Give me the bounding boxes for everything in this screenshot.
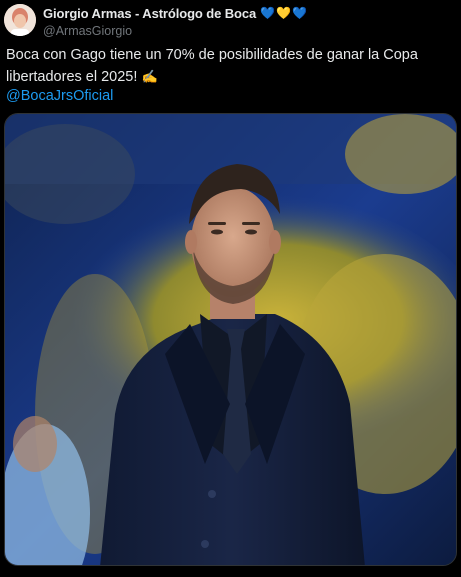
author-display-name[interactable]: Giorgio Armas - Astrólogo de Boca xyxy=(43,6,256,21)
blue-heart-icon: 💙 xyxy=(260,6,277,20)
mention-link[interactable]: @BocaJrsOficial xyxy=(6,87,113,106)
blue-heart-icon: 💙 xyxy=(292,6,309,20)
tweet-card: Giorgio Armas - Astrólogo de Boca 💙💛💙 @A… xyxy=(0,0,461,577)
tweet-media-photo[interactable] xyxy=(4,113,457,566)
man-in-dark-suit-photo xyxy=(5,114,456,565)
author-name-row: Giorgio Armas - Astrólogo de Boca 💙💛💙 xyxy=(43,5,453,21)
tweet-header: Giorgio Armas - Astrólogo de Boca 💙💛💙 @A… xyxy=(43,5,453,39)
writing-hand-icon: ✍️ xyxy=(141,69,158,84)
yellow-heart-icon: 💛 xyxy=(276,6,293,20)
tweet-body: Boca con Gago tiene un 70% de posibilida… xyxy=(6,47,418,85)
avatar-image xyxy=(4,4,36,36)
author-name-emojis: 💙💛💙 xyxy=(260,6,308,20)
author-avatar[interactable] xyxy=(4,4,36,36)
author-handle[interactable]: @ArmasGiorgio xyxy=(43,24,453,38)
tweet-text: Boca con Gago tiene un 70% de posibilida… xyxy=(6,45,446,88)
